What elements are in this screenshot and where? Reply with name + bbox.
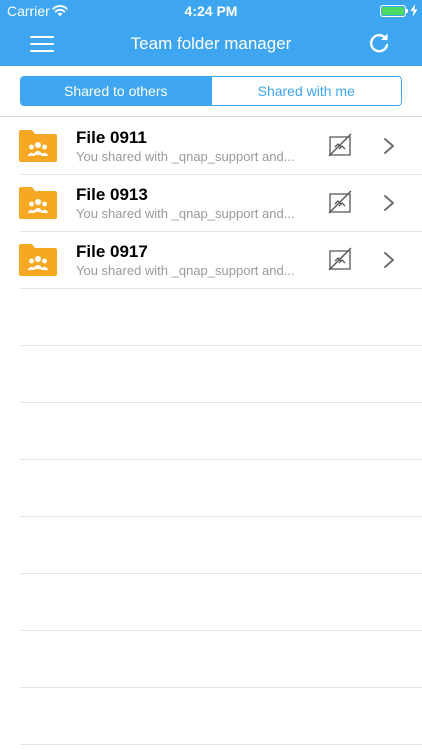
folder-name: File 0911 — [76, 128, 147, 147]
folder-share-info: You shared with _qnap_support and... — [76, 206, 295, 221]
row-divider — [20, 402, 422, 403]
team-folder-icon — [19, 187, 57, 219]
chevron-right-icon[interactable] — [383, 194, 395, 212]
status-time: 4:24 PM — [184, 3, 238, 19]
row-divider — [20, 459, 422, 460]
list-item[interactable]: File 0911 You shared with _qnap_support … — [0, 117, 422, 174]
list-item[interactable]: File 0913 You shared with _qnap_support … — [0, 174, 422, 231]
folder-name: File 0917 — [76, 242, 148, 261]
folder-share-info: You shared with _qnap_support and... — [76, 149, 295, 164]
folder-name: File 0913 — [76, 185, 148, 204]
tab-shared-to-others[interactable]: Shared to others — [21, 77, 211, 105]
refresh-icon[interactable] — [366, 30, 392, 56]
chevron-right-icon[interactable] — [383, 251, 395, 269]
battery-icon — [380, 5, 406, 17]
link-disabled-icon[interactable] — [328, 247, 352, 271]
folder-share-info: You shared with _qnap_support and... — [76, 263, 295, 278]
row-divider — [20, 744, 422, 745]
page-title: Team folder manager — [130, 34, 292, 53]
tab-shared-with-me[interactable]: Shared with me — [210, 77, 401, 105]
row-divider — [20, 630, 422, 631]
nav-bar: Team folder manager — [0, 22, 422, 66]
chevron-right-icon[interactable] — [383, 137, 395, 155]
charging-bolt-icon — [410, 4, 418, 17]
list-item[interactable]: File 0917 You shared with _qnap_support … — [0, 231, 422, 288]
row-divider — [20, 573, 422, 574]
status-bar: Carrier 4:24 PM — [0, 0, 422, 22]
row-divider — [20, 345, 422, 346]
share-tabs: Shared to others Shared with me — [20, 76, 402, 106]
battery-nub — [406, 9, 408, 13]
team-folder-icon — [19, 130, 57, 162]
row-divider — [20, 288, 422, 289]
link-disabled-icon[interactable] — [328, 133, 352, 157]
team-folder-icon — [19, 244, 57, 276]
link-disabled-icon[interactable] — [328, 190, 352, 214]
row-divider — [20, 687, 422, 688]
row-divider — [20, 516, 422, 517]
